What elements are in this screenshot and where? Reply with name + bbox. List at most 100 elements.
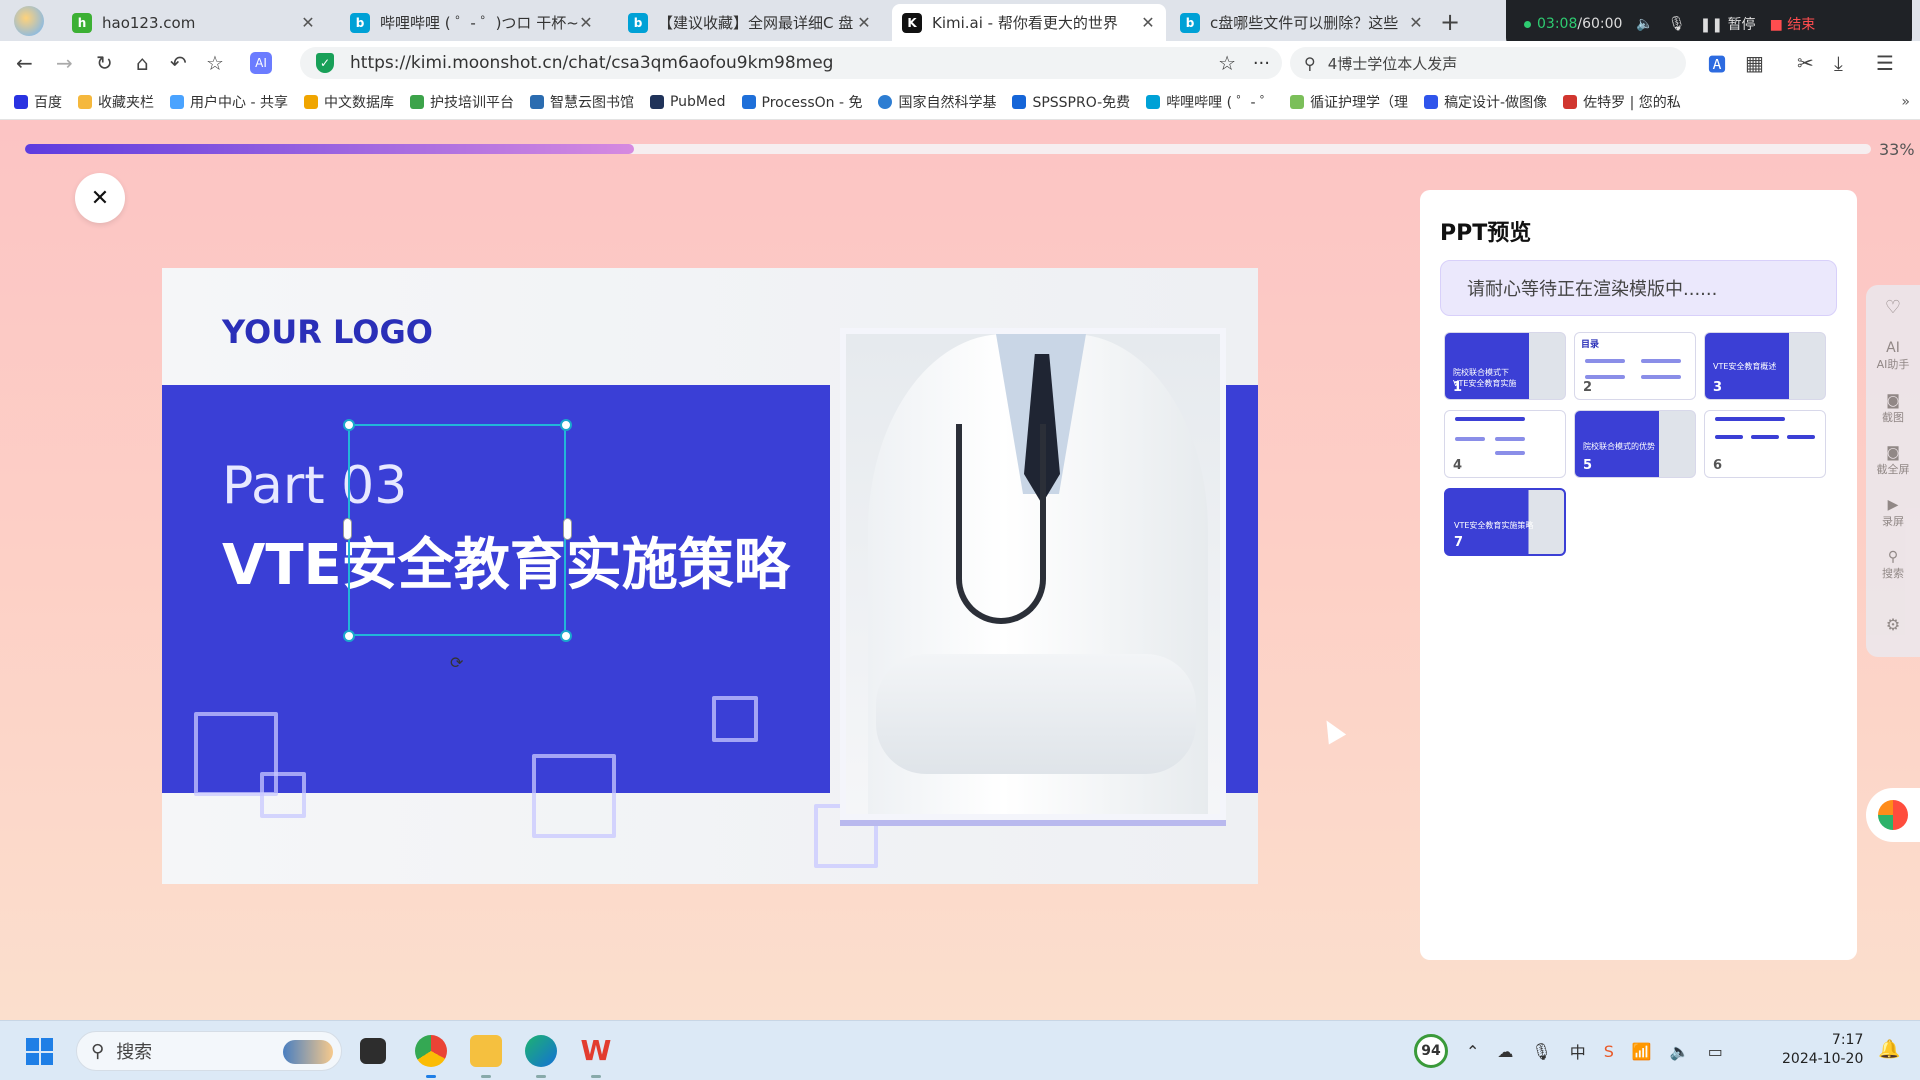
slide-thumbnail-5[interactable]: 院校联合模式的优势 5 <box>1574 410 1696 478</box>
close-tab-icon[interactable]: ✕ <box>300 13 316 32</box>
search-text[interactable]: 4博士学位本人发声 <box>1328 53 1458 74</box>
volume-icon[interactable]: 🔈 <box>1670 1042 1690 1061</box>
more-bookmarks-icon[interactable]: » <box>1901 94 1910 110</box>
slide-thumbnail-2[interactable]: 目录 2 <box>1574 332 1696 400</box>
notification-icon[interactable]: 🔔 <box>1878 1039 1900 1060</box>
menu-icon[interactable]: ☰ <box>1876 51 1894 75</box>
tab-bilibili-3[interactable]: b c盘哪些文件可以删除？这些 ✕ <box>1170 4 1434 41</box>
end-button[interactable]: ■ 结束 <box>1770 14 1816 34</box>
apps-grid-icon[interactable]: ▦ <box>1745 51 1764 75</box>
translate-icon[interactable]: 🅰 <box>1708 51 1726 77</box>
slide-thumbnail-3[interactable]: VTE安全教育概述 3 <box>1704 332 1826 400</box>
file-explorer-icon[interactable] <box>470 1035 502 1067</box>
browser-icon[interactable] <box>415 1035 447 1067</box>
taskbar-search-label: 搜索 <box>116 1042 153 1063</box>
favorites-icon[interactable]: ☆ <box>206 51 224 75</box>
bookmark-item[interactable]: PubMed <box>649 94 726 110</box>
windows-start-icon[interactable] <box>26 1038 53 1065</box>
bookmark-item[interactable]: 护技培训平台 <box>409 92 514 112</box>
resize-handle[interactable] <box>343 630 355 642</box>
fullscreen-capture-button[interactable]: ◙ 截全屏 <box>1866 445 1920 477</box>
rotate-handle-icon[interactable]: ⟳ <box>450 653 463 672</box>
sogou-input-icon[interactable]: S <box>1604 1042 1614 1061</box>
ai-extension-icon[interactable]: AI <box>250 52 272 74</box>
clock-time: 7:17 <box>1831 1032 1864 1048</box>
bookmark-item[interactable]: 循证护理学（理 <box>1290 92 1408 112</box>
new-tab-icon[interactable]: + <box>1440 8 1460 36</box>
search-button[interactable]: ⚲ 搜索 <box>1866 549 1920 581</box>
microphone-icon[interactable]: 🎙 <box>1668 16 1686 32</box>
slide-canvas[interactable]: YOUR LOGO Part 03 VTE安全教育实施策略 <box>162 268 1258 884</box>
assistant-logo <box>1878 800 1908 830</box>
resize-handle[interactable] <box>343 518 352 540</box>
battery-icon[interactable]: ▭ <box>1708 1042 1723 1061</box>
tab-bilibili-2[interactable]: b 【建议收藏】全网最详细C 盘 ✕ <box>618 4 882 41</box>
forward-icon[interactable]: → <box>56 51 73 75</box>
ai-assistant-button[interactable]: AI AI助手 <box>1866 340 1920 372</box>
bookmark-star-icon[interactable]: ☆ <box>1218 51 1236 75</box>
scissors-icon[interactable]: ✂ <box>1797 51 1814 75</box>
doctor-photo[interactable] <box>840 328 1226 820</box>
floating-assistant-icon[interactable] <box>1866 788 1920 842</box>
bookmark-item[interactable]: 哔哩哔哩 ( ゜- ゜ <box>1146 92 1274 112</box>
close-tab-icon[interactable]: ✕ <box>1140 13 1156 32</box>
bookmark-label: 中文数据库 <box>323 95 394 111</box>
bookmark-item[interactable]: 用户中心 - 共享 <box>170 92 288 112</box>
download-icon[interactable]: ⤓ <box>1834 51 1843 75</box>
url-text[interactable]: https://kimi.moonshot.cn/chat/csa3qm6aof… <box>350 53 833 73</box>
security-score-badge[interactable]: 94 <box>1414 1034 1448 1068</box>
resize-handle[interactable] <box>560 419 572 431</box>
bookmark-item[interactable]: 稿定设计-做图像 <box>1424 92 1547 112</box>
wifi-icon[interactable]: 📶 <box>1632 1042 1652 1061</box>
resize-handle[interactable] <box>343 419 355 431</box>
chevron-up-icon[interactable]: ⌃ <box>1466 1042 1479 1061</box>
bookmark-item[interactable]: 国家自然科学基 <box>878 92 996 112</box>
slide-thumbnail-7[interactable]: VTE安全教育实施策略 7 <box>1444 488 1566 556</box>
bookmark-item[interactable]: 中文数据库 <box>303 92 394 112</box>
profile-avatar[interactable] <box>14 6 44 36</box>
undo-icon[interactable]: ↶ <box>170 51 187 75</box>
selection-box[interactable] <box>348 424 566 636</box>
onedrive-icon[interactable]: ☁ <box>1497 1042 1513 1061</box>
resize-handle[interactable] <box>563 518 572 540</box>
task-view-icon[interactable] <box>360 1038 386 1064</box>
edge-icon[interactable] <box>525 1035 557 1067</box>
thumbnail-line <box>1455 417 1525 421</box>
close-tab-icon[interactable]: ✕ <box>578 13 594 32</box>
pause-button[interactable]: ❚❚ 暂停 <box>1700 14 1756 34</box>
tab-bilibili-1[interactable]: b 哔哩哔哩 ( ゜- ゜)つロ 干杯~- ✕ <box>340 4 604 41</box>
bookmark-item[interactable]: 收藏夹栏 <box>78 92 154 112</box>
bookmark-item[interactable]: 百度 <box>14 92 62 112</box>
more-icon[interactable]: ··· <box>1253 53 1270 74</box>
tab-hao123[interactable]: h hao123.com ✕ <box>62 4 326 41</box>
home-icon[interactable]: ⌂ <box>136 51 149 75</box>
taskbar-search[interactable]: ⚲ 搜索 <box>76 1031 342 1071</box>
slide-thumbnail-6[interactable]: 6 <box>1704 410 1826 478</box>
search-box[interactable]: ⚲ 4博士学位本人发声 <box>1290 47 1686 79</box>
bookmark-item[interactable]: ProcessOn - 免 <box>741 92 862 112</box>
slide-thumbnail-4[interactable]: 4 <box>1444 410 1566 478</box>
heart-icon[interactable]: ♡ <box>1866 297 1920 318</box>
screenshot-button[interactable]: ◙ 截图 <box>1866 393 1920 425</box>
back-icon[interactable]: ← <box>16 51 33 75</box>
bookmark-item[interactable]: 智慧云图书馆 <box>529 92 634 112</box>
record-button[interactable]: ▶ 录屏 <box>1866 497 1920 529</box>
close-tab-icon[interactable]: ✕ <box>856 13 872 32</box>
close-tab-icon[interactable]: ✕ <box>1408 13 1424 32</box>
tab-kimi[interactable]: K Kimi.ai - 帮你看更大的世界 ✕ <box>892 4 1166 41</box>
slide-logo-text[interactable]: YOUR LOGO <box>222 313 433 351</box>
address-bar[interactable]: ✓ https://kimi.moonshot.cn/chat/csa3qm6a… <box>300 47 1282 79</box>
microphone-icon[interactable]: 🎙 <box>1531 1042 1551 1061</box>
close-button[interactable]: ✕ <box>75 173 125 223</box>
bookmark-item[interactable]: SPSSPRO-免费 <box>1012 92 1130 112</box>
taskbar-clock[interactable]: 7:17 2024-10-20 <box>1782 1031 1863 1069</box>
input-method-indicator[interactable]: 中 <box>1570 1039 1586 1063</box>
settings-icon[interactable]: ⚙ <box>1866 615 1920 634</box>
wps-icon[interactable]: W <box>580 1035 612 1067</box>
reload-icon[interactable]: ↻ <box>96 51 113 75</box>
speaker-icon[interactable]: 🔈 <box>1636 16 1653 32</box>
resize-handle[interactable] <box>560 630 572 642</box>
bookmark-item[interactable]: 佐特罗 | 您的私 <box>1563 92 1681 112</box>
bookmark-label: 智慧云图书馆 <box>549 95 634 111</box>
slide-thumbnail-1[interactable]: 院校联合模式下VTE安全教育实施 1 <box>1444 332 1566 400</box>
